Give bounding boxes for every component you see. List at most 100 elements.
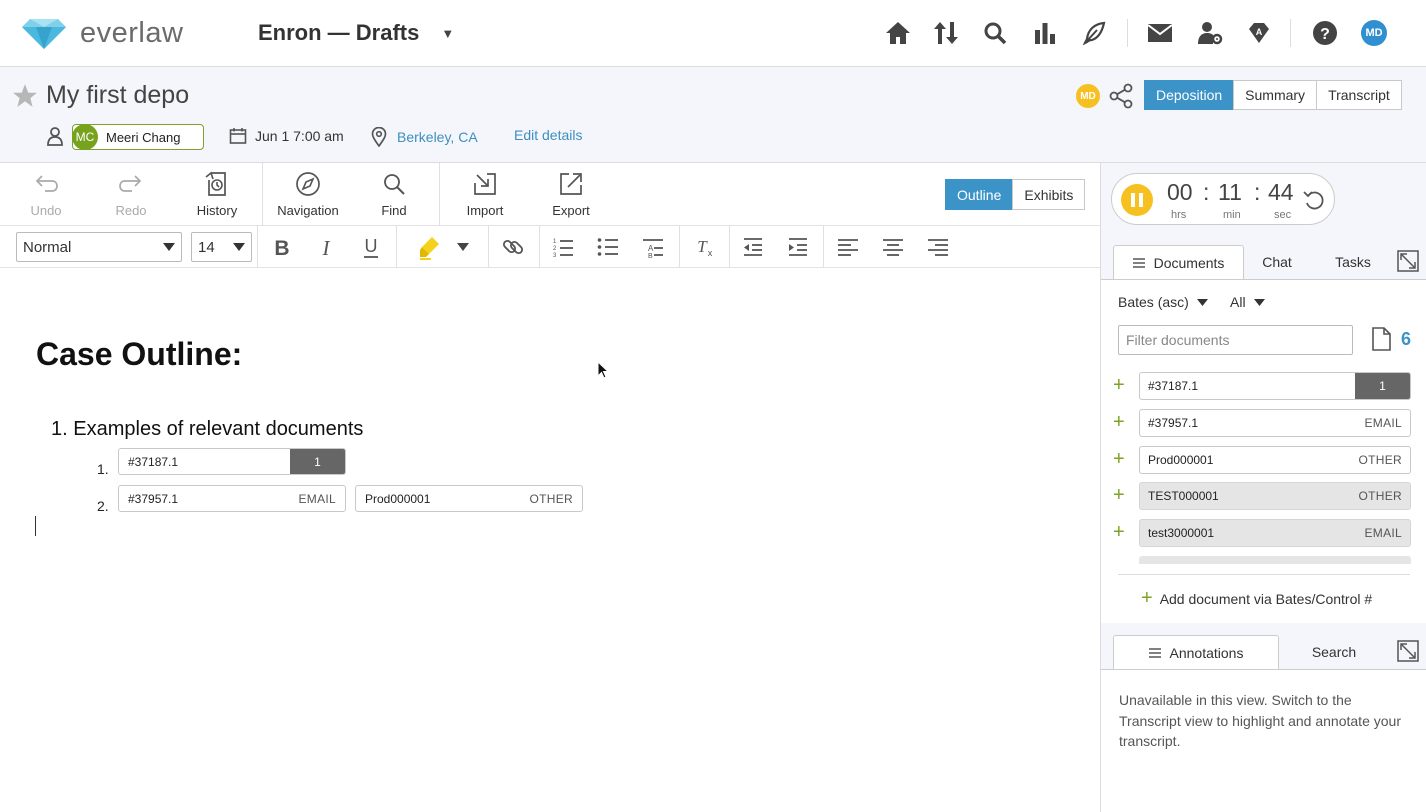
- sort-dropdown[interactable]: Bates (asc): [1118, 294, 1208, 310]
- add-icon[interactable]: +: [1113, 412, 1125, 432]
- share-icon[interactable]: [1108, 83, 1134, 109]
- partially-visible-row: [1139, 556, 1411, 564]
- toolbar-divider: [679, 226, 680, 268]
- toolbar-divider: [729, 226, 730, 268]
- user-icon: [46, 124, 64, 146]
- clear-format-icon[interactable]: Tx: [690, 234, 718, 260]
- indent-icon[interactable]: [784, 234, 812, 260]
- edit-details-link[interactable]: Edit details: [514, 127, 582, 143]
- deposition-location: Berkeley, CA: [371, 127, 478, 147]
- tab-outline[interactable]: Outline: [945, 179, 1014, 210]
- redo-icon: [119, 175, 142, 192]
- bold-icon[interactable]: B: [268, 234, 296, 260]
- expand-icon[interactable]: [1397, 250, 1419, 272]
- add-icon[interactable]: +: [1113, 375, 1125, 395]
- search-icon[interactable]: [981, 19, 1009, 47]
- redo-button[interactable]: Redo: [91, 169, 171, 218]
- collaborator-avatar[interactable]: MD: [1076, 84, 1100, 108]
- add-icon[interactable]: +: [1113, 522, 1125, 542]
- list-item: 1. Examples of relevant documents: [51, 418, 364, 440]
- underline-icon[interactable]: U: [357, 234, 385, 260]
- outdent-icon[interactable]: [739, 234, 767, 260]
- align-center-icon[interactable]: [879, 234, 907, 260]
- add-document-button[interactable]: + Add document via Bates/Control #: [1141, 587, 1372, 610]
- text-cursor: [35, 516, 36, 536]
- project-selector[interactable]: Enron — Drafts ▼: [258, 20, 454, 46]
- user-settings-icon[interactable]: [1196, 19, 1224, 47]
- align-left-icon[interactable]: [834, 234, 862, 260]
- timer-seconds: 44: [1268, 179, 1294, 205]
- import-icon: [474, 173, 496, 195]
- help-icon[interactable]: ?: [1311, 19, 1339, 47]
- link-icon[interactable]: [499, 234, 527, 260]
- reset-timer-icon[interactable]: [1302, 188, 1326, 212]
- annotations-message: Unavailable in this view. Switch to the …: [1119, 692, 1401, 749]
- filter-documents-input[interactable]: Filter documents: [1118, 325, 1353, 355]
- navigation-button[interactable]: Navigation: [268, 169, 348, 218]
- tab-documents[interactable]: Documents: [1113, 245, 1244, 279]
- italic-icon[interactable]: I: [312, 234, 340, 260]
- assigned-user-chip[interactable]: MC Meeri Chang: [72, 124, 204, 150]
- everlaw-logo[interactable]: everlaw: [22, 17, 183, 50]
- highlighter-icon[interactable]: [416, 234, 444, 260]
- align-right-icon[interactable]: [924, 234, 952, 260]
- tab-exhibits[interactable]: Exhibits: [1012, 179, 1086, 210]
- history-button[interactable]: History: [177, 169, 257, 218]
- format-toolbar: Normal 14 B I U 123 AB Tx: [0, 226, 1100, 268]
- export-button[interactable]: Export: [531, 169, 611, 218]
- assistant-icon[interactable]: A: [1245, 19, 1273, 47]
- view-tabs: Deposition Summary Transcript: [1144, 80, 1402, 110]
- font-size-select[interactable]: 14: [191, 232, 252, 262]
- location-link[interactable]: Berkeley, CA: [397, 129, 478, 145]
- list-item[interactable]: + #37957.1 EMAIL: [1113, 409, 1411, 437]
- add-icon[interactable]: +: [1113, 485, 1125, 505]
- expand-icon[interactable]: [1397, 640, 1419, 662]
- user-name: Meeri Chang: [106, 129, 181, 145]
- menu-icon: [1148, 647, 1161, 658]
- tab-search[interactable]: Search: [1279, 635, 1389, 669]
- lettered-list-icon[interactable]: AB: [639, 234, 667, 260]
- list-item[interactable]: + test3000001 EMAIL: [1113, 519, 1411, 547]
- tab-transcript[interactable]: Transcript: [1316, 80, 1402, 110]
- tab-summary[interactable]: Summary: [1233, 80, 1318, 110]
- document-chip[interactable]: #37957.1 EMAIL: [118, 485, 346, 512]
- pause-button[interactable]: [1121, 184, 1153, 216]
- timer-minutes: 11: [1218, 179, 1242, 205]
- tab-chat[interactable]: Chat: [1244, 245, 1310, 279]
- add-icon[interactable]: +: [1113, 449, 1125, 469]
- upload-download-icon[interactable]: [932, 19, 960, 47]
- documents-panel: Bates (asc) All Filter documents 6 + #37…: [1101, 279, 1426, 623]
- feather-icon[interactable]: [1080, 19, 1108, 47]
- pause-icon: [1131, 193, 1143, 207]
- numbered-list-icon[interactable]: 123: [549, 234, 577, 260]
- sub-list-number: 1.: [97, 461, 109, 477]
- import-button[interactable]: Import: [445, 169, 525, 218]
- document-chip[interactable]: Prod000001 OTHER: [355, 485, 583, 512]
- document-chip[interactable]: #37187.1 1: [118, 448, 346, 475]
- bulleted-list-icon[interactable]: [594, 234, 622, 260]
- list-item[interactable]: + Prod000001 OTHER: [1113, 446, 1411, 474]
- outline-editor[interactable]: Case Outline: 1. Examples of relevant do…: [0, 268, 1100, 812]
- star-icon[interactable]: [12, 83, 38, 109]
- timer-hours: 00: [1167, 179, 1193, 205]
- svg-text:x: x: [708, 248, 713, 258]
- mail-icon[interactable]: [1146, 19, 1174, 47]
- tab-annotations[interactable]: Annotations: [1113, 635, 1279, 669]
- paragraph-style-select[interactable]: Normal: [16, 232, 182, 262]
- user-avatar[interactable]: MD: [1361, 20, 1387, 46]
- caret-down-icon: [233, 243, 245, 251]
- tab-tasks[interactable]: Tasks: [1310, 245, 1396, 279]
- highlight-caret-icon[interactable]: [449, 234, 477, 260]
- find-button[interactable]: Find: [354, 169, 434, 218]
- tab-deposition[interactable]: Deposition: [1144, 80, 1235, 110]
- home-icon[interactable]: [884, 19, 912, 47]
- filter-all-dropdown[interactable]: All: [1230, 294, 1265, 310]
- top-nav: everlaw Enron — Drafts ▼ A ? MD: [0, 0, 1426, 67]
- list-item[interactable]: + #37187.1 1: [1113, 372, 1411, 400]
- analytics-icon[interactable]: [1031, 19, 1059, 47]
- caret-down-icon: [1253, 298, 1265, 306]
- deposition-header: My first depo MC Meeri Chang Jun 1 7:00 …: [0, 67, 1426, 163]
- timer-separator: :: [1203, 179, 1210, 205]
- list-item[interactable]: + TEST000001 OTHER: [1113, 482, 1411, 510]
- undo-button[interactable]: Undo: [6, 169, 86, 218]
